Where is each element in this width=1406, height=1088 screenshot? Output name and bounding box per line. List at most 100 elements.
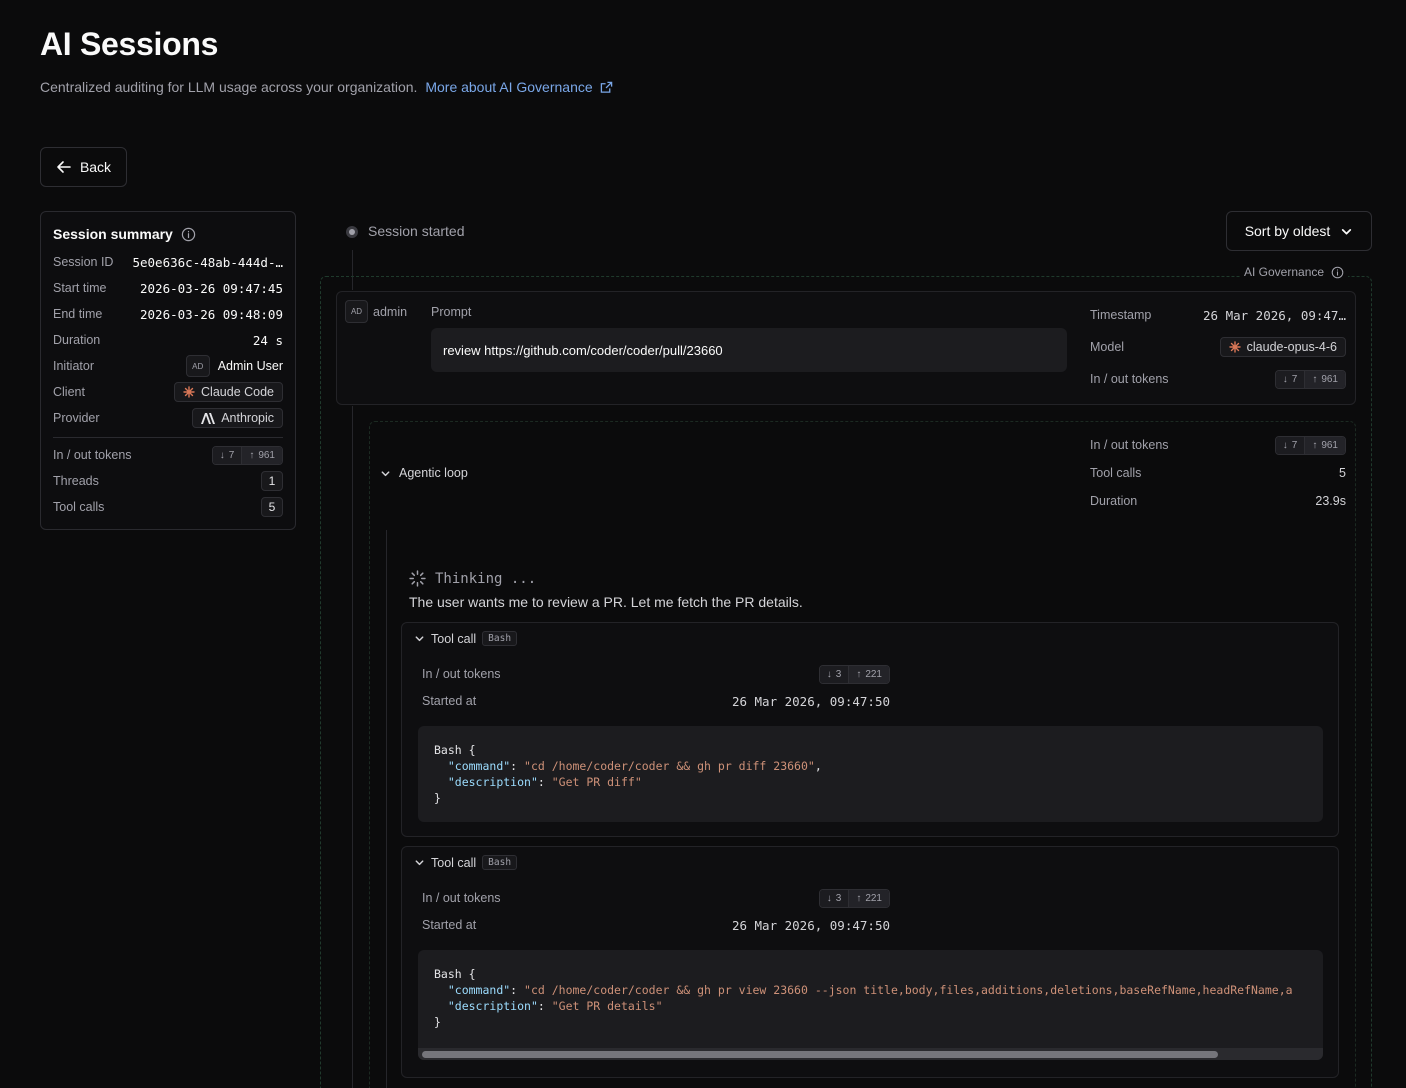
- tokens-in: ↓ 3: [819, 665, 849, 683]
- loop-tool-calls-value: 5: [1339, 466, 1346, 480]
- code-line: }: [434, 1015, 441, 1029]
- ai-governance-label-text: AI Governance: [1244, 265, 1325, 279]
- model-name: claude-opus-4-6: [1246, 340, 1337, 354]
- summary-row-session-id: Session ID 5e0e636c-48ab-444d-…: [53, 251, 283, 273]
- sort-dropdown[interactable]: Sort by oldest: [1226, 211, 1372, 251]
- end-time-value: 2026-03-26 09:48:09: [140, 306, 283, 322]
- tool-calls-count: 5: [261, 497, 283, 517]
- tokens-in-value: 3: [835, 892, 842, 904]
- session-started-dot: [346, 226, 358, 238]
- start-time-value: 2026-03-26 09:47:45: [140, 280, 283, 296]
- subtitle-text: Centralized auditing for LLM usage acros…: [40, 79, 418, 95]
- prompt-tokens-row: In / out tokens ↓ 7 ↑ 961: [1090, 368, 1346, 390]
- agentic-loop-toggle[interactable]: Agentic loop: [380, 466, 468, 480]
- session-id-value: 5e0e636c-48ab-444d-…: [132, 254, 283, 270]
- chevron-down-icon: [381, 470, 390, 476]
- summary-row-duration: Duration 24 s: [53, 329, 283, 351]
- token-counts: ↓ 7 ↑ 961: [1274, 435, 1346, 455]
- tokens-in-value: 7: [228, 449, 235, 461]
- ai-governance-label: AI Governance: [1240, 265, 1349, 279]
- thinking-label: Thinking ...: [435, 570, 537, 587]
- meta-label: In / out tokens: [1090, 438, 1169, 452]
- tool-call-toggle[interactable]: Tool call Bash: [414, 855, 518, 870]
- summary-label: Start time: [53, 281, 107, 295]
- tool-tag: Bash: [482, 855, 518, 870]
- info-icon[interactable]: [181, 227, 196, 242]
- horizontal-scrollbar[interactable]: [418, 1048, 1323, 1060]
- summary-label: Client: [53, 385, 85, 399]
- tool-call-card: Tool call Bash In / out tokens ↓ 3 ↑ 221…: [401, 846, 1339, 1078]
- tool-call-card: Tool call Bash In / out tokens ↓ 3 ↑ 221…: [401, 622, 1339, 837]
- user-avatar: AD: [345, 300, 368, 323]
- prompt-text-value: review https://github.com/coder/coder/pu…: [443, 342, 723, 358]
- arrow-left-icon: [57, 161, 71, 173]
- json-key: "command": [447, 983, 511, 997]
- back-button[interactable]: Back: [40, 147, 127, 187]
- summary-label: End time: [53, 307, 103, 321]
- chevron-down-icon: [1342, 228, 1352, 235]
- client-name: Claude Code: [201, 385, 274, 399]
- loop-tool-calls-row: Tool calls 5: [1090, 462, 1346, 484]
- tool-input-code[interactable]: Bash { "command": "cd /home/coder/coder …: [418, 950, 1323, 1060]
- summary-row-start-time: Start time 2026-03-26 09:47:45: [53, 277, 283, 299]
- code-line: Bash {: [434, 743, 476, 757]
- initiator-avatar: AD: [185, 355, 210, 377]
- summary-row-initiator: Initiator AD Admin User: [53, 355, 283, 377]
- summary-label: In / out tokens: [53, 448, 132, 462]
- tokens-in: ↓ 7: [1275, 436, 1305, 454]
- threads-count: 1: [261, 471, 283, 491]
- tool-call-toggle[interactable]: Tool call Bash: [414, 631, 518, 646]
- tokens-in: ↓ 7: [1275, 370, 1305, 388]
- thinking-header: Thinking ...: [409, 570, 536, 587]
- scrollbar-thumb[interactable]: [422, 1051, 1218, 1058]
- tool-tag: Bash: [482, 631, 518, 646]
- tool-tokens-row: In / out tokens ↓ 3 ↑ 221: [422, 887, 890, 909]
- client-badge: Claude Code: [174, 382, 283, 402]
- tokens-out-value: 961: [1321, 439, 1338, 451]
- meta-label: Started at: [422, 694, 477, 708]
- tokens-out-value: 221: [865, 892, 882, 904]
- summary-label: Duration: [53, 333, 101, 347]
- agentic-loop-title: Agentic loop: [399, 466, 468, 480]
- meta-label: Duration: [1090, 494, 1138, 508]
- meta-label: Timestamp: [1090, 308, 1152, 322]
- summary-row-client: Client Claude Code: [53, 381, 283, 403]
- tokens-out: ↑ 961: [241, 446, 282, 464]
- tool-tokens-row: In / out tokens ↓ 3 ↑ 221: [422, 663, 890, 685]
- json-string: "Get PR diff": [551, 775, 642, 789]
- meta-label: In / out tokens: [1090, 372, 1169, 386]
- model-badge: claude-opus-4-6: [1219, 337, 1346, 357]
- loop-duration-row: Duration 23.9s: [1090, 490, 1346, 512]
- prompt-label: Prompt: [431, 305, 472, 319]
- session-summary-title-text: Session summary: [53, 226, 173, 242]
- tool-call-title: Tool call: [431, 855, 477, 870]
- token-counts: ↓ 3 ↑ 221: [818, 664, 890, 684]
- tokens-out: ↑ 221: [848, 889, 889, 907]
- claude-icon: [183, 386, 195, 398]
- meta-label: Started at: [422, 918, 477, 932]
- tool-call-title: Tool call: [431, 631, 477, 646]
- prompt-model-row: Model claude-opus-4-6: [1090, 336, 1346, 358]
- tokens-out: ↑ 221: [848, 665, 889, 683]
- started-at-value: 26 Mar 2026, 09:47:50: [731, 693, 890, 709]
- session-summary-title: Session summary: [53, 226, 196, 242]
- info-icon[interactable]: [1331, 266, 1344, 279]
- external-link-icon: [600, 81, 612, 93]
- sort-dropdown-label: Sort by oldest: [1244, 223, 1331, 239]
- prompt-text: review https://github.com/coder/coder/pu…: [431, 328, 1067, 372]
- tokens-in: ↓ 3: [819, 889, 849, 907]
- session-started-label: Session started: [368, 223, 465, 239]
- ai-governance-link-label: More about AI Governance: [425, 79, 593, 95]
- page-subtitle: Centralized auditing for LLM usage acros…: [40, 79, 613, 95]
- tokens-out: ↑ 961: [1304, 436, 1345, 454]
- timestamp-value: 26 Mar 2026, 09:47…: [1203, 307, 1346, 323]
- ai-governance-link[interactable]: More about AI Governance: [425, 79, 612, 95]
- json-key: "description": [447, 999, 538, 1013]
- claude-icon: [1228, 341, 1241, 353]
- duration-value: 24 s: [252, 332, 283, 348]
- provider-badge: Anthropic: [192, 408, 283, 428]
- anthropic-icon: [201, 412, 216, 424]
- meta-label: Model: [1090, 340, 1125, 354]
- summary-label: Provider: [53, 411, 100, 425]
- tool-started-row: Started at 26 Mar 2026, 09:47:50: [422, 690, 890, 712]
